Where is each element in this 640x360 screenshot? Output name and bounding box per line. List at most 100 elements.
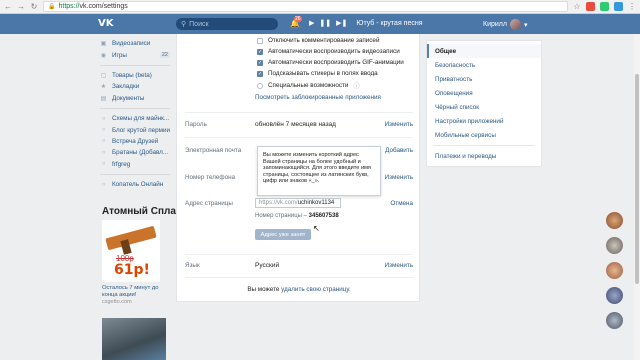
tab-app-settings[interactable]: Настройки приложений — [427, 114, 541, 128]
reload-icon[interactable]: ↻ — [30, 2, 38, 11]
sidebar-item-app[interactable]: ○ frfgreg — [100, 159, 170, 170]
sidebar-item-games[interactable]: ◉ Игры 22 — [100, 49, 170, 60]
audio-player: ▶ ❚❚ ▶❚ Ютуб - крутая песня — [309, 19, 423, 28]
avatar — [509, 19, 521, 30]
scrollbar-thumb[interactable] — [635, 74, 639, 284]
forward-icon[interactable]: → — [17, 2, 25, 11]
ad-photo[interactable] — [102, 318, 166, 360]
sidebar-item-app[interactable]: ○ Схемы для майнк... — [100, 113, 170, 124]
checkbox-autoplay-gif[interactable]: ✓ Автоматически воспроизводить GIF-анимац… — [257, 59, 404, 66]
tab-mobile[interactable]: Мобильные сервисы — [427, 128, 541, 142]
avatar[interactable] — [606, 312, 623, 329]
tab-general[interactable]: Общее — [427, 44, 541, 58]
search-box[interactable]: ⚲ — [176, 18, 278, 30]
url-scheme: https:// — [58, 3, 80, 10]
pause-icon[interactable]: ❚❚ — [319, 19, 331, 27]
checkbox-checked[interactable]: ✓ — [257, 70, 263, 77]
change-phone-link[interactable]: Изменить — [385, 174, 413, 181]
avatar[interactable] — [606, 212, 623, 229]
divider — [100, 64, 170, 66]
divider — [433, 145, 535, 146]
vk-logo[interactable]: VK — [98, 18, 114, 29]
sidebar-item-app[interactable]: ○ Копатель Онлайн — [100, 179, 170, 190]
scrollbar[interactable] — [634, 34, 640, 360]
email-label: Электронная почта — [185, 147, 242, 154]
app-icon: ○ — [101, 127, 106, 134]
divider — [185, 137, 413, 138]
browser-toolbar: ← → ↻ 🔒 https://vk.com/settings ☆ ⋮ — [0, 0, 640, 14]
chat-avatars — [606, 212, 623, 329]
ad-price: 61р! — [114, 262, 150, 278]
help-icon[interactable]: ⓘ — [353, 81, 359, 90]
checkbox[interactable] — [257, 37, 263, 44]
sidebar-item-documents[interactable]: ▤ Документы — [100, 93, 170, 104]
track-title[interactable]: Ютуб - крутая песня — [356, 20, 422, 27]
change-password-link[interactable]: Изменить — [385, 121, 413, 128]
next-icon[interactable]: ▶❚ — [336, 19, 347, 27]
bag-icon: ▢ — [100, 72, 107, 79]
sidebar-item-app[interactable]: ○ Братаны (Добавл... — [100, 147, 170, 158]
page-number-value: 345607538 — [308, 213, 339, 219]
extension-icon[interactable] — [614, 2, 623, 11]
accessibility-option[interactable]: Специальные возможности ⓘ — [257, 81, 360, 90]
app-icon: ○ — [101, 181, 106, 188]
address-value: uchinkov1134 — [297, 200, 335, 206]
address-bar[interactable]: 🔒 https://vk.com/settings — [43, 1, 568, 12]
extension-icon[interactable] — [600, 2, 609, 11]
delete-page-link[interactable]: удалить свою страницу. — [281, 286, 351, 293]
sidebar-item-videos[interactable]: ▣ Видеозаписи — [100, 38, 170, 49]
play-icon[interactable]: ▶ — [309, 19, 314, 27]
ad-title: Атомный Сплав — [102, 206, 183, 217]
language-label: Язык — [185, 262, 200, 269]
divider — [100, 173, 170, 175]
tab-payments[interactable]: Платежи и переводы — [427, 149, 541, 163]
sidebar-item-app[interactable]: ○ Встреча Друзей — [100, 136, 170, 147]
checkbox-autoplay-video[interactable]: ✓ Автоматически воспроизводить видеозапис… — [257, 48, 400, 55]
mouse-cursor-icon: ↖ — [313, 224, 320, 233]
back-icon[interactable]: ← — [4, 2, 12, 11]
sidebar-item-app[interactable]: ○ Блог крутой пермии — [100, 124, 170, 135]
cancel-link[interactable]: Отмена — [390, 200, 413, 207]
avatar[interactable] — [606, 262, 623, 279]
tab-security[interactable]: Безопасность — [427, 58, 541, 72]
radio-button[interactable] — [257, 82, 263, 89]
settings-menu: Общее Безопасность Приватность Оповещени… — [426, 40, 542, 167]
extension-icon[interactable] — [586, 2, 595, 11]
user-name: Кирилл — [483, 21, 507, 28]
avatar[interactable] — [606, 237, 623, 254]
page-address-input[interactable]: https://vk.com/uchinkov1134 — [255, 198, 341, 208]
tab-privacy[interactable]: Приватность — [427, 72, 541, 86]
user-menu[interactable]: Кирилл ▾ — [483, 19, 527, 30]
address-taken-button[interactable]: Адрес уже занят — [255, 229, 311, 240]
sidebar-item-bookmarks[interactable]: ★ Закладки — [100, 81, 170, 92]
lock-icon: 🔒 — [48, 4, 56, 10]
bell-icon[interactable]: 🔔 26 — [290, 16, 302, 28]
menu-icon[interactable]: ⋮ — [628, 2, 636, 11]
blocked-apps-link[interactable]: Посмотреть заблокированные приложения — [255, 94, 381, 101]
star-icon[interactable]: ☆ — [573, 2, 581, 11]
checkbox-checked[interactable]: ✓ — [257, 48, 263, 55]
checkbox-sticker-hints[interactable]: ✓ Подсказывать стикеры в полях ввода — [257, 70, 378, 77]
tab-notifications[interactable]: Оповещения — [427, 86, 541, 100]
url-text: vk.com/settings — [79, 3, 128, 10]
count-badge: 22 — [159, 52, 170, 59]
sidebar-item-goods[interactable]: ▢ Товары (beta) — [100, 70, 170, 81]
password-label: Пароль — [185, 121, 207, 128]
delete-page-note: Вы можете удалить свою страницу. — [247, 286, 351, 293]
ad-image[interactable]: 100р 61р! — [102, 220, 160, 282]
divider — [185, 254, 413, 255]
change-language-link[interactable]: Изменить — [385, 262, 413, 269]
checkbox-checked[interactable]: ✓ — [257, 59, 263, 66]
search-input[interactable] — [189, 20, 270, 28]
tab-blacklist[interactable]: Чёрный список — [427, 100, 541, 114]
password-value: обновлён 7 месяцев назад — [255, 121, 336, 128]
ad-caption[interactable]: Осталось 7 минут до конца акции! — [102, 285, 166, 299]
ad-block[interactable]: Атомный Сплав 100р 61р! Осталось 7 минут… — [102, 206, 183, 305]
avatar[interactable] — [606, 287, 623, 304]
checkbox-disable-comments[interactable]: Отключить комментирование записей — [257, 37, 379, 44]
divider — [185, 277, 413, 278]
app-icon: ○ — [101, 149, 106, 156]
app-icon: ○ — [101, 138, 106, 145]
left-sidebar: ▣ Видеозаписи ◉ Игры 22 ▢ Товары (beta) ★ Зак… — [100, 38, 170, 190]
add-email-link[interactable]: Добавить — [385, 147, 413, 154]
